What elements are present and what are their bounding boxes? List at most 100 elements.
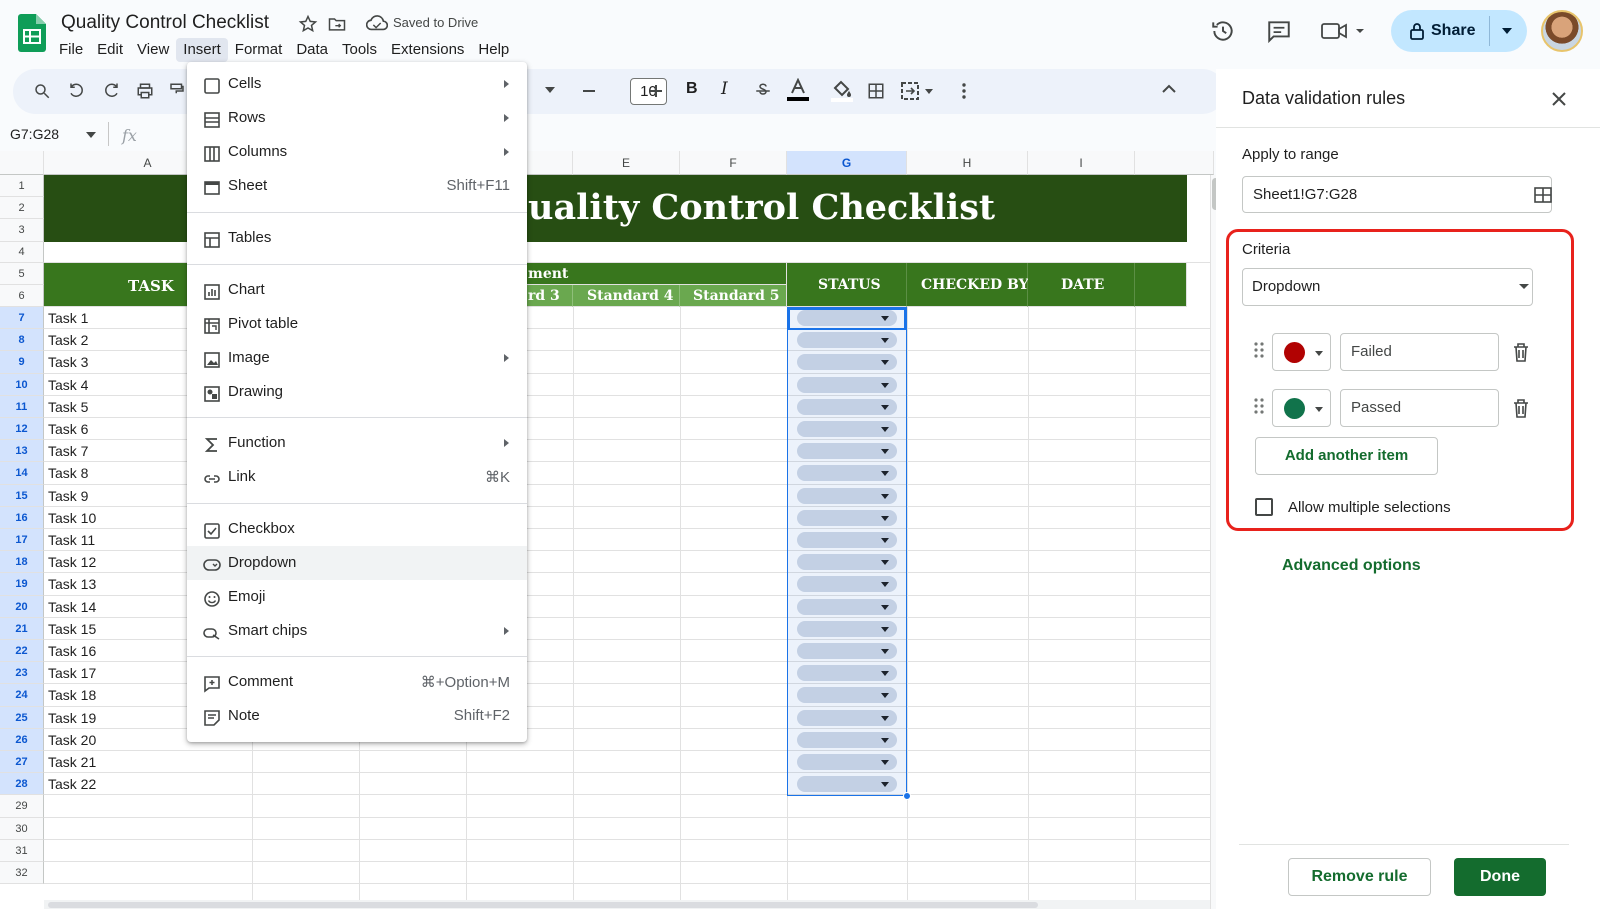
row-header[interactable]: 20 [0,595,44,618]
menu-edit[interactable]: Edit [90,38,130,62]
star-icon[interactable] [298,14,318,34]
task-cell[interactable]: Task 2 [48,332,88,348]
remove-rule-button[interactable]: Remove rule [1288,858,1431,896]
task-cell[interactable]: Task 16 [48,643,96,659]
row-header[interactable]: 14 [0,462,44,485]
item-color-picker-passed[interactable] [1272,389,1331,427]
fill-color-icon[interactable] [831,78,853,102]
task-cell[interactable]: Task 7 [48,443,88,459]
menu-item-columns[interactable]: Columns [187,135,527,169]
add-another-item-button[interactable]: Add another item [1255,437,1438,475]
task-cell[interactable]: Task 8 [48,465,88,481]
column-header-g[interactable]: G [787,151,907,175]
drag-handle-icon[interactable] [1254,398,1264,414]
task-cell[interactable]: Task 5 [48,399,88,415]
task-cell[interactable]: Task 19 [48,710,96,726]
row-header[interactable]: 29 [0,795,44,818]
delete-item-icon[interactable] [1512,342,1530,362]
task-cell[interactable]: Task 13 [48,576,96,592]
row-header[interactable]: 4 [0,242,44,263]
row-header[interactable]: 24 [0,684,44,707]
meet-video-icon[interactable] [1318,18,1370,44]
row-header[interactable]: 27 [0,751,44,774]
row-header[interactable]: 6 [0,285,44,307]
menu-item-note[interactable]: Note Shift+F2 [187,699,527,733]
font-dropdown-icon[interactable] [545,87,555,93]
active-cell[interactable] [788,308,906,330]
task-cell[interactable]: Task 15 [48,621,96,637]
task-cell[interactable]: Task 9 [48,488,88,504]
row-header[interactable]: 23 [0,662,44,685]
row-header[interactable]: 28 [0,773,44,796]
delete-item-icon[interactable] [1512,398,1530,418]
advanced-options-link[interactable]: Advanced options [1282,557,1421,575]
sheets-logo-icon[interactable] [18,14,46,52]
task-cell[interactable]: Task 18 [48,687,96,703]
allow-multiple-checkbox[interactable] [1255,498,1273,516]
column-header-e[interactable]: E [573,151,680,175]
name-box[interactable]: G7:G28 [10,126,59,142]
task-cell[interactable]: Task 21 [48,754,96,770]
row-header[interactable]: 30 [0,817,44,840]
task-cell[interactable]: Task 6 [48,421,88,437]
spreadsheet-grid[interactable]: A E F G H I 1 2 3 4 5 6 7 8 9 10 11 12 13 14 15 16 17 18 1… [0,151,1214,909]
row-header[interactable]: 13 [0,440,44,463]
menu-item-checkbox[interactable]: Checkbox [187,512,527,546]
task-cell[interactable]: Task 12 [48,554,96,570]
horizontal-scrollbar-thumb[interactable] [48,902,1038,908]
text-color-icon[interactable] [787,78,809,102]
select-all-corner[interactable] [0,151,44,175]
column-header-f[interactable]: F [680,151,787,175]
account-avatar[interactable] [1541,10,1583,52]
menu-item-tables[interactable]: Tables [187,221,527,255]
row-header[interactable]: 32 [0,862,44,885]
borders-icon[interactable] [867,82,885,100]
fill-handle[interactable] [903,792,911,800]
undo-icon[interactable] [68,82,86,100]
task-cell[interactable]: Task 11 [48,532,95,548]
select-range-grid-icon[interactable] [1534,187,1552,203]
share-dropdown-icon[interactable] [1502,28,1512,34]
drag-handle-icon[interactable] [1254,342,1264,358]
column-header-j[interactable] [1135,151,1214,175]
menu-item-chart[interactable]: Chart [187,273,527,307]
menu-item-dropdown[interactable]: Dropdown [187,546,527,580]
decrease-font-size-icon[interactable] [581,82,597,100]
extra-header-cell[interactable] [1135,263,1187,307]
paint-format-icon[interactable] [168,82,186,100]
row-header[interactable]: 8 [0,329,44,352]
task-cell[interactable]: Task 14 [48,599,96,615]
menu-item-smart-chips[interactable]: Smart chips [187,614,527,648]
row-header[interactable]: 11 [0,395,44,418]
menu-item-link[interactable]: Link ⌘K [187,460,527,494]
search-menus-icon[interactable] [33,82,51,100]
menu-item-drawing[interactable]: Drawing [187,375,527,409]
done-button[interactable]: Done [1454,858,1546,896]
close-icon[interactable] [1552,92,1566,106]
row-header[interactable]: 3 [0,219,44,242]
increase-font-size-icon[interactable] [648,82,664,100]
menu-view[interactable]: View [130,38,176,62]
print-icon[interactable] [136,82,154,100]
row-header[interactable]: 26 [0,728,44,751]
document-title[interactable]: Quality Control Checklist [61,12,269,34]
name-box-dropdown-icon[interactable] [86,132,96,138]
row-header[interactable]: 16 [0,506,44,529]
row-header[interactable]: 17 [0,529,44,552]
item-input-passed[interactable]: Passed [1340,389,1499,427]
row-header[interactable]: 15 [0,484,44,507]
menu-extensions[interactable]: Extensions [384,38,471,62]
criteria-dropdown-icon[interactable] [1519,284,1529,289]
column-header-h[interactable]: H [907,151,1028,175]
task-cell[interactable]: Task 4 [48,377,88,393]
menu-item-image[interactable]: Image [187,341,527,375]
row-header[interactable]: 10 [0,373,44,396]
row-header[interactable]: 7 [0,307,44,330]
column-header-i[interactable]: I [1028,151,1135,175]
redo-icon[interactable] [102,82,120,100]
italic-icon[interactable]: I [721,79,728,99]
more-options-icon[interactable] [960,82,968,100]
row-header[interactable]: 21 [0,617,44,640]
menu-file[interactable]: File [52,38,90,62]
row-header[interactable]: 31 [0,839,44,862]
